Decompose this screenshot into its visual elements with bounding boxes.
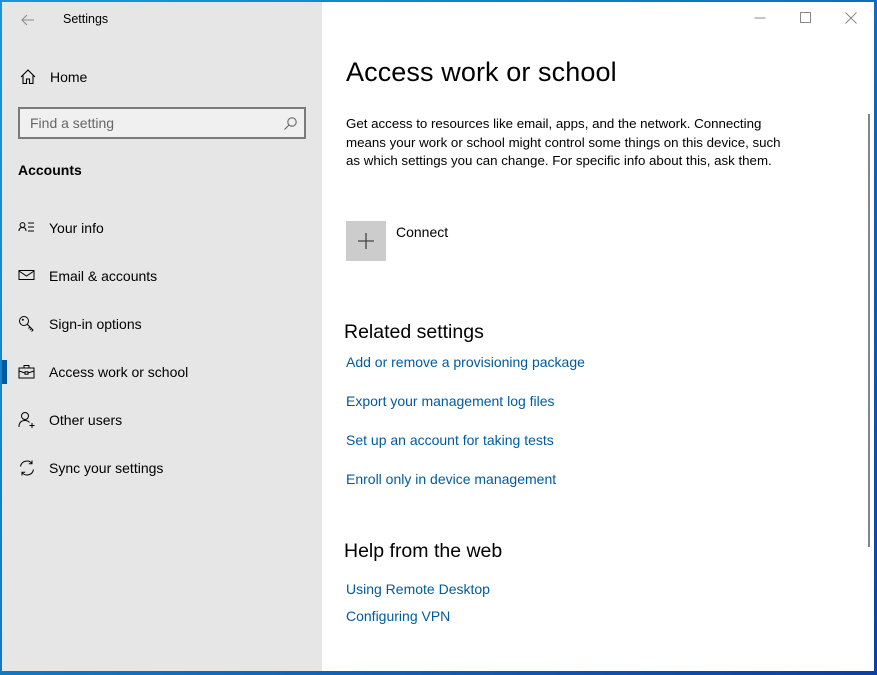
page-title: Access work or school	[346, 57, 617, 87]
sidebar: Settings Home Accounts	[2, 2, 322, 671]
help-heading: Help from the web	[344, 540, 503, 562]
person-list-icon	[18, 222, 34, 232]
back-button[interactable]	[14, 8, 42, 32]
link-configuring-vpn[interactable]: Configuring VPN	[346, 608, 450, 624]
active-indicator	[2, 360, 7, 384]
sidebar-item-other-users[interactable]: Other users	[2, 400, 322, 440]
sidebar-item-your-info[interactable]: Your info	[2, 208, 322, 248]
sidebar-item-label: Sign-in options	[49, 316, 142, 332]
app-title: Settings	[63, 12, 109, 26]
sidebar-item-home[interactable]: Home	[2, 60, 322, 94]
briefcase-icon	[18, 365, 35, 379]
link-account-taking-tests[interactable]: Set up an account for taking tests	[346, 432, 554, 448]
mail-icon	[18, 270, 35, 280]
link-enroll-device-management[interactable]: Enroll only in device management	[346, 471, 556, 487]
sidebar-item-label: Other users	[49, 412, 123, 428]
search-input[interactable]	[30, 115, 270, 131]
back-arrow-icon	[21, 14, 34, 26]
section-title: Accounts	[18, 162, 82, 178]
sidebar-item-label: Sync your settings	[49, 460, 164, 476]
plus-icon	[358, 233, 374, 249]
maximize-icon	[800, 12, 811, 23]
main-content: Access work or school Get access to reso…	[322, 2, 874, 671]
key-icon	[19, 316, 34, 332]
window-content: Settings Home Accounts	[2, 2, 874, 671]
related-settings-heading: Related settings	[344, 321, 484, 343]
connect-button[interactable]: Connect	[346, 221, 448, 261]
vertical-scrollbar[interactable]	[868, 114, 870, 547]
sidebar-item-label: Your info	[49, 220, 104, 236]
minimize-icon	[754, 17, 766, 19]
sync-icon	[20, 460, 34, 476]
sidebar-item-label: Access work or school	[49, 364, 189, 380]
minimize-button[interactable]	[737, 2, 783, 34]
home-label: Home	[50, 69, 88, 85]
close-button[interactable]	[828, 2, 874, 34]
connect-tile	[346, 221, 386, 261]
close-icon	[845, 12, 857, 24]
sidebar-item-access-work-or-school[interactable]: Access work or school	[2, 352, 322, 392]
link-export-management-logs[interactable]: Export your management log files	[346, 393, 555, 409]
maximize-button[interactable]	[783, 2, 829, 34]
sidebar-item-sync-settings[interactable]: Sync your settings	[2, 448, 322, 488]
connect-label: Connect	[396, 224, 449, 240]
sidebar-item-label: Email & accounts	[49, 268, 158, 284]
search-box[interactable]	[18, 107, 306, 139]
person-add-icon	[18, 412, 35, 428]
search-icon[interactable]	[283, 116, 298, 131]
link-remote-desktop[interactable]: Using Remote Desktop	[346, 581, 490, 597]
page-description: Get access to resources like email, apps…	[346, 116, 781, 168]
settings-window: Settings Home Accounts	[0, 0, 877, 675]
home-icon	[20, 69, 36, 85]
sidebar-item-email-accounts[interactable]: Email & accounts	[2, 256, 322, 296]
sidebar-item-sign-in-options[interactable]: Sign-in options	[2, 304, 322, 344]
link-provisioning-package[interactable]: Add or remove a provisioning package	[346, 354, 585, 370]
